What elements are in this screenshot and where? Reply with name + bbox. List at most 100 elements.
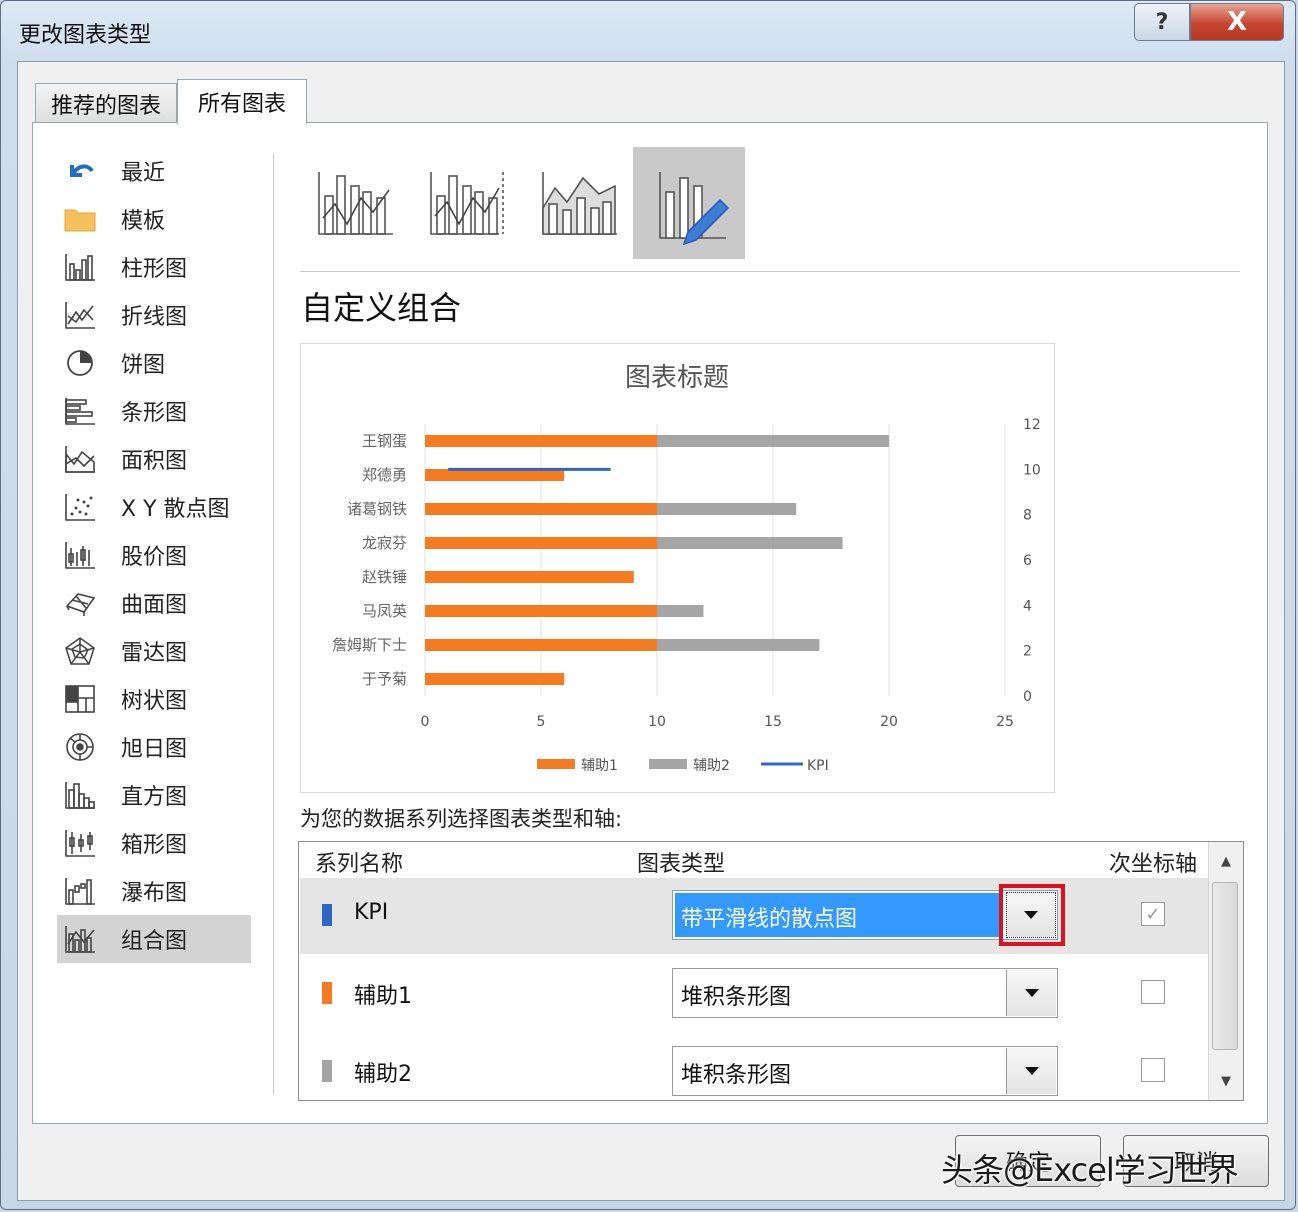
- subtype-custom-combination[interactable]: [633, 147, 745, 259]
- area-chart-icon: [63, 443, 97, 475]
- bar-辅助2: [657, 605, 704, 617]
- category-label: 詹姆斯下士: [332, 636, 407, 654]
- pie-chart-icon: [63, 347, 97, 379]
- close-button[interactable]: X: [1190, 3, 1284, 41]
- subtype-clustered-column-line[interactable]: [299, 147, 411, 259]
- bar-辅助2: [657, 503, 797, 515]
- x-tick-label: 10: [648, 714, 666, 730]
- sidebar-item-label: 最近: [121, 161, 166, 186]
- x-tick-label: 0: [421, 714, 430, 730]
- sidebar-item-area[interactable]: 面积图: [57, 435, 251, 483]
- line-chart-icon: [63, 299, 97, 331]
- sidebar-item-stock[interactable]: 股价图: [57, 531, 251, 579]
- category-label: 龙寂芬: [362, 534, 407, 552]
- box-whisker-icon: [63, 827, 97, 859]
- check-icon: ✓: [1145, 903, 1161, 925]
- dropdown-value: 堆积条形图: [681, 1063, 792, 1088]
- x-tick-label: 15: [764, 714, 782, 730]
- series-table-scrollbar[interactable]: ▲ ▼: [1208, 842, 1243, 1100]
- series-name: 辅助2: [354, 1062, 412, 1087]
- custom-combination-pencil-icon: [659, 172, 730, 246]
- sidebar-item-templates[interactable]: 模板: [57, 195, 251, 243]
- preview-chart-svg: 图表标题 0 5 10 15 20 25 0 2 4 6 8 10 12 王钢蛋郑德勇诸葛钢铁龙寂芬赵铁锤马…: [332, 363, 1041, 774]
- sidebar-item-radar[interactable]: 雷达图: [57, 627, 251, 675]
- sidebar-item-scatter[interactable]: X Y 散点图: [57, 483, 251, 531]
- help-button[interactable]: ?: [1134, 3, 1190, 41]
- series-row-kpi[interactable]: KPI 带平滑线的散点图 ✓: [300, 878, 1208, 954]
- dropdown-arrow-button[interactable]: [1006, 1048, 1056, 1094]
- clustered-column-line-secondary-icon: [430, 172, 504, 235]
- secondary-axis-checkbox-kpi[interactable]: ✓: [1141, 902, 1165, 926]
- series-table: 系列名称 图表类型 次坐标轴 KPI 带平滑线的散点图 ✓ 辅助1 堆积条形图: [298, 841, 1244, 1101]
- legend-swatch-辅助1: [537, 759, 575, 769]
- sidebar-item-label: 曲面图: [121, 593, 188, 618]
- sidebar-item-bar[interactable]: 条形图: [57, 387, 251, 435]
- tab-recommended-charts[interactable]: 推荐的图表: [35, 83, 177, 123]
- combo-chart-icon: [63, 923, 97, 955]
- clustered-column-line-icon: [318, 172, 393, 235]
- sidebar-item-box-whisker[interactable]: 箱形图: [57, 819, 251, 867]
- chart-preview: 图表标题 0 5 10 15 20 25 0 2 4 6 8 10 12 王钢蛋 郑德勇 诸葛钢铁 龙寂芬 赵铁锤马…: [300, 343, 1055, 793]
- category-label: 赵铁锤: [362, 568, 407, 586]
- subtype-clustered-column-line-secondary[interactable]: [411, 147, 523, 259]
- series-row-aux2[interactable]: 辅助2 堆积条形图: [300, 1034, 1208, 1110]
- dropdown-arrow-button[interactable]: [1006, 970, 1056, 1016]
- header-chart-type: 图表类型: [637, 852, 726, 877]
- chevron-down-icon: [1024, 1067, 1039, 1075]
- legend-swatch-辅助2: [649, 759, 687, 769]
- y2-tick-label: 10: [1023, 462, 1041, 478]
- bar-辅助2: [657, 537, 843, 549]
- bar-辅助1: [425, 537, 657, 549]
- sidebar-divider: [273, 153, 274, 1095]
- chart-title: 图表标题: [625, 363, 729, 393]
- highlight-annotation-box: [999, 884, 1065, 946]
- sidebar-item-recent[interactable]: 最近: [57, 147, 251, 195]
- chart-type-dropdown-aux2[interactable]: 堆积条形图: [672, 1046, 1058, 1096]
- bar-辅助2: [657, 435, 889, 447]
- title-bar: 更改图表类型 ? X: [1, 1, 1295, 61]
- subtype-separator: [300, 271, 1240, 272]
- scrollbar-thumb[interactable]: [1212, 882, 1238, 1050]
- y2-tick-label: 0: [1023, 689, 1032, 705]
- sidebar-item-line[interactable]: 折线图: [57, 291, 251, 339]
- close-icon: X: [1226, 7, 1248, 37]
- sidebar-item-column[interactable]: 柱形图: [57, 243, 251, 291]
- scroll-up-arrow-icon[interactable]: ▲: [1209, 844, 1243, 878]
- sidebar-item-combo[interactable]: 组合图: [57, 915, 251, 963]
- watermark-text: 头条@Excel学习世界: [941, 1151, 1239, 1189]
- category-label: 诸葛钢铁: [347, 500, 407, 518]
- sidebar-item-label: 股价图: [121, 545, 188, 570]
- sidebar-item-histogram[interactable]: 直方图: [57, 771, 251, 819]
- custom-combination-heading: 自定义组合: [301, 289, 462, 327]
- secondary-axis-checkbox-aux1[interactable]: [1141, 980, 1165, 1004]
- secondary-axis-checkbox-aux2[interactable]: [1141, 1058, 1165, 1082]
- histogram-icon: [63, 779, 97, 811]
- radar-chart-icon: [63, 635, 97, 667]
- bar-辅助1: [425, 605, 657, 617]
- header-series-name: 系列名称: [315, 852, 404, 877]
- subtype-stacked-area-column[interactable]: [523, 147, 635, 259]
- change-chart-type-dialog: 更改图表类型 ? X 推荐的图表 所有图表 最近 模板 柱形图 折线图 饼图 条…: [0, 0, 1296, 1210]
- sidebar-item-sunburst[interactable]: 旭日图: [57, 723, 251, 771]
- series-color-swatch: [322, 1060, 332, 1082]
- sidebar-item-treemap[interactable]: 树状图: [57, 675, 251, 723]
- series-name: KPI: [354, 900, 389, 925]
- sidebar-item-surface[interactable]: 曲面图: [57, 579, 251, 627]
- sidebar-item-label: 柱形图: [121, 257, 188, 282]
- chevron-down-icon: [1024, 989, 1039, 997]
- bar-辅助1: [425, 673, 565, 685]
- series-row-aux1[interactable]: 辅助1 堆积条形图: [300, 956, 1208, 1032]
- tab-all-charts[interactable]: 所有图表: [177, 79, 307, 125]
- y2-tick-label: 12: [1023, 417, 1041, 433]
- sidebar-item-waterfall[interactable]: 瀑布图: [57, 867, 251, 915]
- sidebar-item-label: 模板: [121, 209, 166, 234]
- y2-tick-label: 8: [1023, 508, 1032, 524]
- bar-辅助1: [425, 435, 657, 447]
- legend-label: 辅助1: [581, 758, 618, 774]
- sidebar-item-pie[interactable]: 饼图: [57, 339, 251, 387]
- series-instruction: 为您的数据系列选择图表类型和轴:: [300, 807, 623, 831]
- legend-label: 辅助2: [693, 758, 730, 774]
- chart-type-dropdown-aux1[interactable]: 堆积条形图: [672, 968, 1058, 1018]
- scroll-down-arrow-icon[interactable]: ▼: [1209, 1064, 1243, 1098]
- legend-label: KPI: [807, 758, 829, 774]
